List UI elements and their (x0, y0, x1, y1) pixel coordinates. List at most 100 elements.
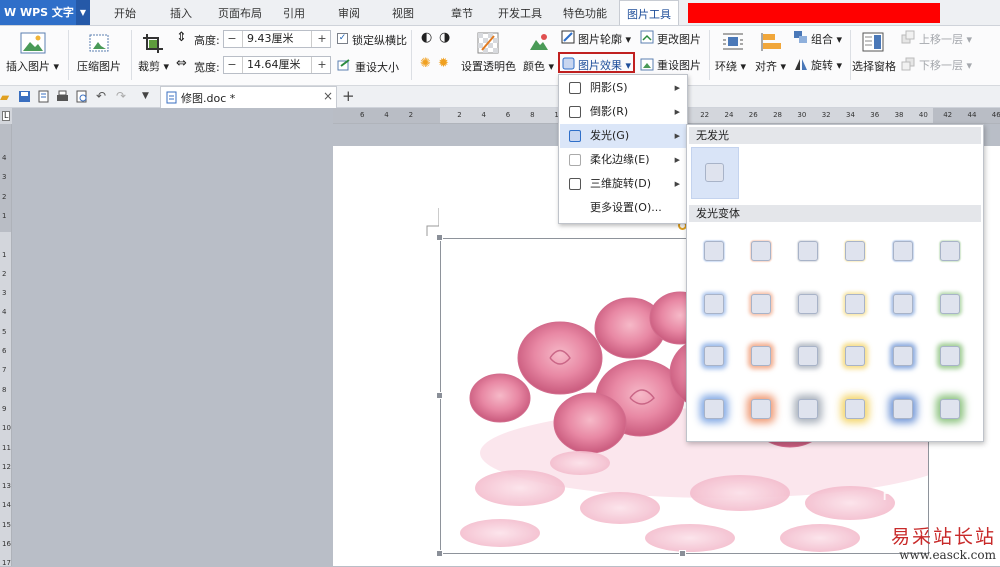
picture-outline-icon (561, 30, 575, 44)
ruler-corner[interactable]: L (0, 108, 12, 124)
group-button[interactable]: 组合 ▾ (811, 31, 842, 47)
tab-8[interactable]: 特色功能 (557, 0, 613, 25)
glow-variant-r2-c4[interactable] (845, 294, 865, 314)
effects-menu-item-5[interactable]: 更多设置(O)... (560, 196, 686, 220)
glow-variant-r3-c6[interactable] (940, 346, 960, 366)
tab-7[interactable]: 开发工具 (495, 0, 545, 25)
menu-bar: W WPS 文字 ▼ 开始 插入 页面布局 引用 审阅 视图 章节 开发工具 特色功能 图片工具 (0, 0, 1000, 26)
glow-variant-r4-c6[interactable] (940, 399, 960, 419)
resize-handle-bottom[interactable] (679, 550, 686, 557)
height-value[interactable]: 9.43厘米 (242, 31, 312, 47)
glow-variant-r2-c6[interactable] (940, 294, 960, 314)
ruler-tick-label: 8 (530, 111, 535, 119)
wrap-button[interactable]: 环绕 ▾ (715, 58, 746, 74)
reset-picture-button[interactable]: 重设图片 (657, 57, 701, 73)
ruler-tick-label: 6 (505, 111, 511, 119)
print-icon[interactable] (56, 90, 69, 103)
more-commands-icon[interactable]: ▼ (142, 91, 149, 101)
glow-variant-r3-c1[interactable] (704, 346, 724, 366)
undo-icon[interactable]: ↶ (96, 89, 106, 103)
brightness-dim-icon[interactable]: ✹ (438, 56, 449, 71)
glow-variant-r1-c3[interactable] (798, 241, 818, 261)
open-folder-icon[interactable]: ▰ (0, 90, 9, 104)
tab-9[interactable]: 图片工具 (619, 0, 679, 25)
glow-variant-r1-c1[interactable] (704, 241, 724, 261)
glow-variant-r4-c4[interactable] (845, 399, 865, 419)
effects-menu-item-2[interactable]: 发光(G) ▶ (560, 124, 686, 148)
rotate-button[interactable]: 旋转 ▾ (811, 57, 842, 73)
reset-size-button[interactable]: 重设大小 (355, 59, 399, 75)
align-button[interactable]: 对齐 ▾ (755, 58, 786, 74)
brightness-icon[interactable]: ✺ (420, 56, 431, 71)
glow-variant-r1-c5[interactable] (893, 241, 913, 261)
tab-4[interactable]: 审阅 (334, 0, 364, 25)
glow-variant-r2-c5[interactable] (893, 294, 913, 314)
crop-button[interactable]: 裁剪 ▾ (138, 58, 169, 74)
decrease-width-button[interactable]: − (224, 57, 240, 73)
tab-0[interactable]: 开始 (110, 0, 140, 25)
glow-variant-r4-c2[interactable] (751, 399, 771, 419)
glow-variant-r4-c1[interactable] (704, 399, 724, 419)
decrease-height-button[interactable]: − (224, 31, 240, 47)
resize-handle-top-left[interactable] (436, 234, 443, 241)
increase-width-button[interactable]: + (314, 57, 330, 73)
width-value[interactable]: 14.64厘米 (242, 57, 312, 73)
chevron-down-icon[interactable]: ▼ (76, 0, 90, 25)
tab-5[interactable]: 视图 (388, 0, 418, 25)
glow-variant-r2-c1[interactable] (704, 294, 724, 314)
ruler-tick-label: 7 (2, 366, 7, 375)
effects-menu-item-3[interactable]: 柔化边缘(E) ▶ (560, 148, 686, 172)
tab-2[interactable]: 页面布局 (214, 0, 266, 25)
tab-3[interactable]: 引用 (279, 0, 309, 25)
ruler-tick-label: 2 (2, 269, 7, 278)
width-field[interactable]: − 14.64厘米 + (223, 56, 331, 74)
glow-variant-r3-c2[interactable] (751, 346, 771, 366)
contrast-adjust-icon[interactable]: ◑ (439, 30, 450, 45)
set-transparent-button[interactable]: 设置透明色 (461, 58, 516, 74)
glow-variant-r3-c5[interactable] (893, 346, 913, 366)
bring-forward-button[interactable]: 上移一层 ▾ (919, 31, 972, 47)
new-tab-button[interactable]: + (342, 87, 355, 105)
glow-variant-r3-c4[interactable] (845, 346, 865, 366)
app-menu-button[interactable]: W WPS 文字 ▼ (0, 0, 90, 25)
tab-1[interactable]: 插入 (166, 0, 196, 25)
glow-variant-r1-c4[interactable] (845, 241, 865, 261)
glow-variant-r3-c3[interactable] (798, 346, 818, 366)
compress-picture-button[interactable]: 压缩图片 (77, 58, 121, 74)
no-glow-option[interactable] (691, 147, 739, 199)
picture-outline-button[interactable]: 图片轮廓 ▾ (578, 31, 631, 47)
contrast-icon[interactable]: ◐ (421, 30, 432, 45)
glow-variant-r2-c2[interactable] (751, 294, 771, 314)
export-pdf-icon[interactable] (37, 90, 50, 103)
tab-6[interactable]: 章节 (447, 0, 477, 25)
lock-ratio-checkbox[interactable]: ✓ (337, 33, 348, 44)
picture-effects-button[interactable]: 图片效果 ▾ (578, 57, 631, 73)
glow-variant-r4-c5[interactable] (893, 399, 913, 419)
send-backward-button[interactable]: 下移一层 ▾ (919, 57, 972, 73)
reset-picture-icon (640, 58, 654, 71)
glow-variant-r2-c3[interactable] (798, 294, 818, 314)
effects-menu-item-0[interactable]: 阴影(S) ▶ (560, 76, 686, 100)
print-preview-icon[interactable] (75, 90, 88, 103)
glow-variant-r1-c6[interactable] (940, 241, 960, 261)
watermark-title: 易采站长站 (890, 526, 996, 548)
glow-variant-r4-c3[interactable] (798, 399, 818, 419)
save-icon[interactable] (18, 90, 31, 103)
ruler-tick-label: 24 (724, 111, 734, 119)
selection-pane-button[interactable]: 选择窗格 (852, 58, 896, 74)
height-field[interactable]: − 9.43厘米 + (223, 30, 331, 48)
ruler-tick-label: 40 (918, 111, 928, 119)
vertical-ruler[interactable]: 4 3 2 1 1 2 3 4 5 6 7 8 9 10 11 12 13 14 15 16 17 (0, 124, 12, 567)
effects-menu-item-1[interactable]: 倒影(R) ▶ (560, 100, 686, 124)
color-button[interactable]: 颜色 ▾ (523, 58, 554, 74)
insert-picture-button[interactable]: 插入图片 ▾ (6, 58, 59, 74)
close-tab-icon[interactable]: × (323, 89, 333, 103)
effects-menu-item-4[interactable]: 三维旋转(D) ▶ (560, 172, 686, 196)
resize-handle-left[interactable] (436, 392, 443, 399)
glow-variant-r1-c2[interactable] (751, 241, 771, 261)
document-tab[interactable]: 修图.doc * × (160, 86, 337, 108)
redo-icon[interactable]: ↷ (116, 89, 126, 103)
increase-height-button[interactable]: + (314, 31, 330, 47)
resize-handle-bottom-left[interactable] (436, 550, 443, 557)
change-picture-button[interactable]: 更改图片 (657, 31, 701, 47)
